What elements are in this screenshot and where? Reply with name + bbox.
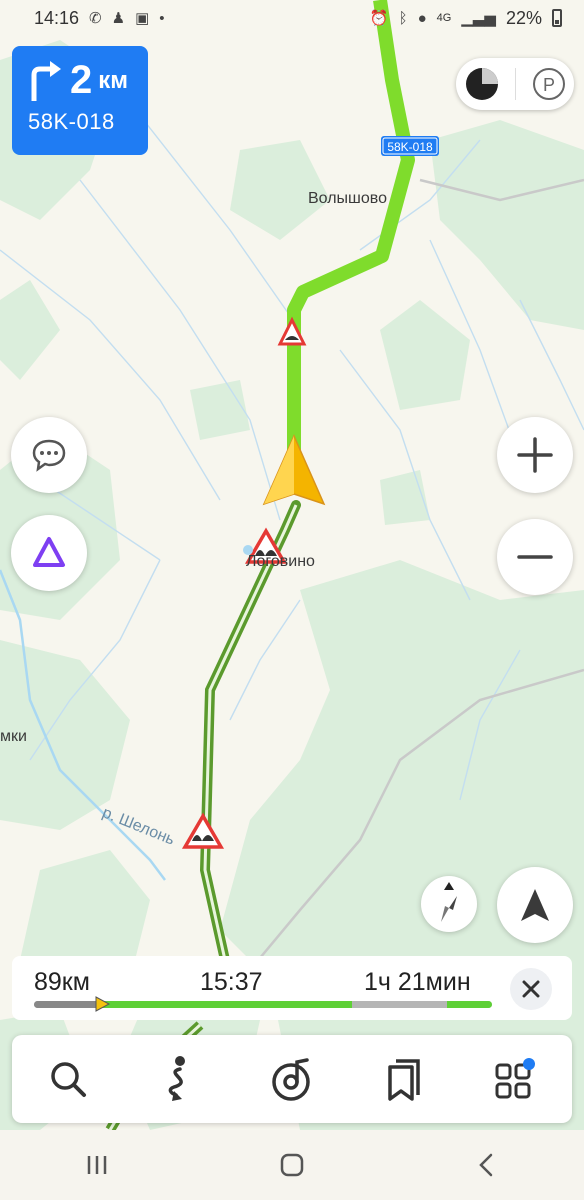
alarm-icon: ⏰ [369,10,389,27]
road-sign-label: 58K-018 [387,140,433,154]
notification-icon: ♟ [111,10,126,27]
svg-text:P: P [542,75,554,95]
plus-icon [517,437,553,473]
turn-right-icon [31,60,61,101]
battery-icon [552,9,562,27]
progress-done [34,1001,98,1008]
back-icon[interactable] [472,1150,502,1180]
progress-gray-segment [352,1001,447,1008]
bluetooth-icon: ᛒ [398,9,408,27]
close-icon [522,980,540,998]
signal-icon: ▁▃▅ [461,10,496,27]
place-label-volyshovo: Волышово [308,190,388,207]
maneuver-unit: км [98,66,129,94]
parking-icon[interactable]: P [531,66,567,102]
whatsapp-icon: ✆ [89,10,102,27]
pill-divider [514,68,516,100]
compass-button[interactable] [421,876,477,932]
maneuver-road: 58K-018 [28,109,115,134]
bookmarks-icon[interactable] [384,1057,424,1101]
status-bar: 14:16 ✆ ♟ ▣ • ⏰ ᛒ ● 4G ▁▃▅ 22% [0,0,584,36]
zoom-out-button[interactable] [497,519,573,595]
music-icon[interactable] [269,1056,315,1102]
chat-button[interactable] [11,417,87,493]
location-icon: ● [417,9,427,27]
system-nav-bar [0,1130,584,1200]
maneuver-distance: 2 [70,58,93,102]
place-label-logovino: Логовино [246,553,315,570]
locate-me-button[interactable] [497,867,573,943]
search-icon[interactable] [47,1058,89,1100]
status-time: 14:16 [34,7,80,28]
alice-icon [33,537,65,567]
more-notifications-dot: • [159,9,165,27]
bottom-toolbar [12,1035,572,1123]
recent-apps-icon[interactable] [82,1150,112,1180]
progress-green-segment [102,1001,352,1008]
close-route-button[interactable] [510,968,552,1010]
zoom-in-button[interactable] [497,417,573,493]
home-icon[interactable] [277,1150,307,1180]
progress-position-marker [95,996,110,1012]
trip-arrival-time: 15:37 [200,968,263,996]
compass-icon [441,882,457,922]
map-layers-pill: P [456,58,574,110]
chat-icon [32,439,66,472]
maneuver-card[interactable]: 2 км 58K-018 [12,46,148,155]
alice-assistant-button[interactable] [11,515,87,591]
services-icon[interactable] [493,1057,537,1101]
trip-remaining-time: 1ч 21мин [364,968,471,996]
trip-info-panel[interactable]: 89км 15:37 1ч 21мин [12,956,572,1020]
battery-percent: 22% [505,7,542,28]
minus-icon [517,555,553,559]
locate-arrow-icon [521,889,549,921]
trip-remaining-distance: 89км [34,968,90,996]
route-icon[interactable] [158,1055,200,1103]
traffic-layer-icon[interactable] [464,66,500,102]
network-type: 4G [436,12,452,24]
place-label-partial: мки [0,728,27,745]
gallery-icon: ▣ [135,10,150,27]
progress-green-segment [447,1001,492,1008]
